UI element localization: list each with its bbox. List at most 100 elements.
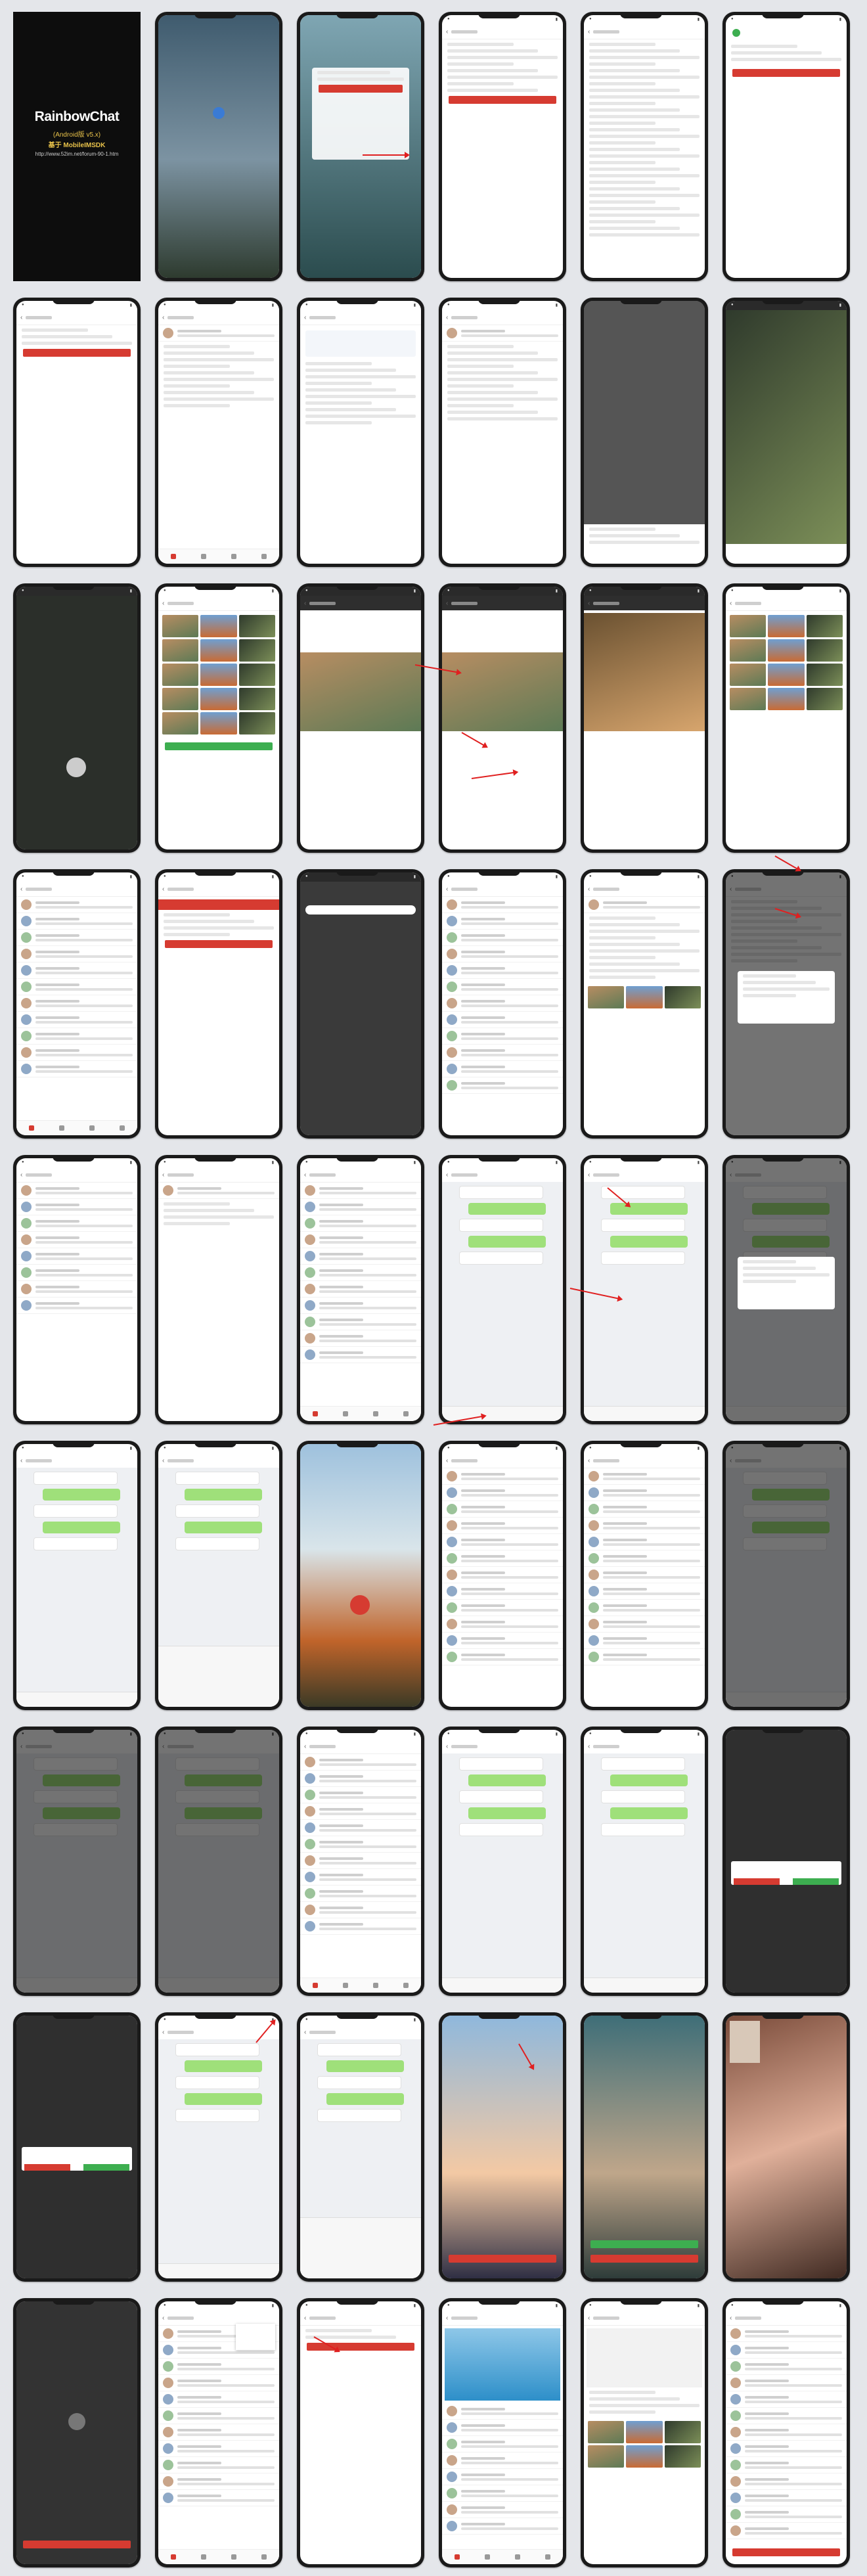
back-arrow-icon[interactable]: ‹ [730,600,732,607]
list-item[interactable] [442,930,563,946]
back-arrow-icon[interactable]: ‹ [446,314,448,321]
back-arrow-icon[interactable]: ‹ [446,1457,448,1464]
list-item[interactable] [442,913,563,930]
back-arrow-icon[interactable]: ‹ [304,314,306,321]
message-bubble[interactable] [33,1537,118,1550]
list-item[interactable] [300,1886,421,1902]
message-bubble[interactable] [43,1489,120,1501]
list-item[interactable] [300,1836,421,1853]
record-button[interactable] [350,1595,370,1615]
message-bubble[interactable] [185,1522,262,1533]
list-item[interactable] [442,979,563,995]
chat-input-bar[interactable] [584,1977,705,1993]
photo-thumb[interactable] [806,639,843,662]
list-item[interactable] [442,2420,563,2436]
photo-thumb[interactable] [200,664,237,686]
tab-icon[interactable] [515,2554,520,2560]
message-bubble[interactable] [468,1807,546,1819]
banner-image[interactable] [445,2328,560,2401]
shutter-button[interactable] [66,757,86,777]
back-arrow-icon[interactable]: ‹ [304,1171,306,1179]
message-bubble[interactable] [601,1757,685,1771]
register-button[interactable] [449,96,556,104]
list-item[interactable] [584,897,705,913]
list-item[interactable] [442,2469,563,2485]
list-item[interactable] [158,2457,279,2474]
message-bubble[interactable] [175,2109,259,2122]
tab-icon[interactable] [29,1125,34,1131]
list-item[interactable] [442,897,563,913]
list-item[interactable] [584,1583,705,1600]
message-bubble[interactable] [317,2109,401,2122]
list-item[interactable] [442,1045,563,1061]
confirm-dialog[interactable] [738,1257,835,1309]
list-item[interactable] [442,1567,563,1583]
back-arrow-icon[interactable]: ‹ [162,1171,164,1179]
tab-icon[interactable] [59,1125,64,1131]
back-arrow-icon[interactable]: ‹ [588,886,590,893]
list-item[interactable] [584,1485,705,1501]
list-item[interactable] [442,962,563,979]
list-item[interactable] [300,1754,421,1771]
list-item[interactable] [584,1649,705,1665]
login-now-button[interactable] [732,69,840,77]
list-item[interactable] [16,1045,137,1061]
tab-icon[interactable] [171,554,176,559]
tab-icon[interactable] [485,2554,490,2560]
list-item[interactable] [300,1869,421,1886]
message-bubble[interactable] [185,2093,262,2105]
list-item[interactable] [442,2485,563,2502]
message-bubble[interactable] [317,2043,401,2056]
send-button[interactable] [307,2343,414,2351]
list-item[interactable] [442,946,563,962]
back-arrow-icon[interactable]: ‹ [446,600,448,607]
list-item[interactable] [442,1633,563,1649]
list-item[interactable] [442,1616,563,1633]
list-item[interactable] [158,2408,279,2424]
list-item[interactable] [726,2506,847,2523]
tab-icon[interactable] [545,2554,550,2560]
list-item[interactable] [300,1314,421,1330]
list-item[interactable] [300,1265,421,1281]
list-item[interactable] [16,1298,137,1314]
chat-input-bar[interactable] [584,1406,705,1421]
list-item[interactable] [300,1199,421,1215]
photo-thumb[interactable] [238,712,275,734]
list-item[interactable] [300,1183,421,1199]
list-item[interactable] [726,2441,847,2457]
tab-icon[interactable] [261,2554,267,2560]
list-item[interactable] [584,1518,705,1534]
list-item[interactable] [584,1567,705,1583]
message-bubble[interactable] [601,1252,685,1265]
list-item[interactable] [584,1468,705,1485]
message-bubble[interactable] [175,1504,259,1518]
message-bubble[interactable] [33,1504,118,1518]
message-bubble[interactable] [468,1236,546,1248]
message-bubble[interactable] [468,1203,546,1215]
add-friend-dialog[interactable] [738,971,835,1024]
photo-thumb[interactable] [238,688,275,710]
photo-thumb[interactable] [162,688,199,710]
list-item[interactable] [16,979,137,995]
message-bubble[interactable] [459,1219,543,1232]
self-preview[interactable] [730,2021,760,2063]
chat-input-bar[interactable] [158,2263,279,2278]
message-bubble[interactable] [326,2093,404,2105]
search-input[interactable] [305,905,416,915]
list-item[interactable] [584,1550,705,1567]
list-item[interactable] [726,2474,847,2490]
message-bubble[interactable] [175,2043,259,2056]
back-arrow-icon[interactable]: ‹ [588,1743,590,1750]
photo-thumb[interactable] [806,615,843,637]
tab-icon[interactable] [313,1983,318,1988]
photo-thumb[interactable] [730,615,767,637]
crop-image[interactable] [726,310,847,544]
search-button[interactable] [165,940,273,948]
tab-icon[interactable] [201,2554,206,2560]
list-item[interactable] [16,962,137,979]
message-bubble[interactable] [610,1203,688,1215]
photo-thumb[interactable] [730,664,767,686]
list-item[interactable] [16,1265,137,1281]
list-item[interactable] [300,1281,421,1298]
photo-thumb[interactable] [200,688,237,710]
